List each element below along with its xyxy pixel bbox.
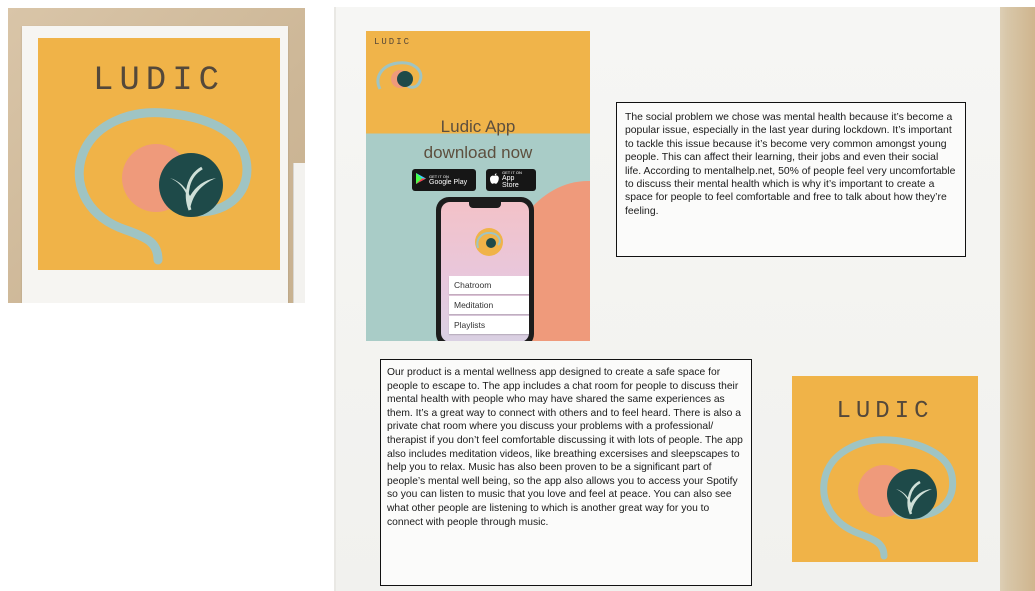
apple-icon [490,173,499,187]
google-play-icon [416,173,426,187]
social-problem-text: The social problem we chose was mental h… [616,102,966,257]
menu-item-playlists[interactable]: Playlists [449,316,529,334]
app-store-label: App Store [502,175,519,189]
phone-screen: Chatroom Meditation Playlists [441,202,529,341]
logo-card-left: LUDIC [38,38,280,270]
product-description-text: Our product is a mental wellness app des… [380,359,752,586]
logo-card-right: LUDIC [792,376,978,562]
google-play-badge[interactable]: GET IT ON Google Play [412,169,476,191]
left-photo: LUDIC [8,8,305,303]
phone-notch [469,202,501,208]
poster-title: Ludic App [440,117,516,136]
phone-menu: Chatroom Meditation Playlists [449,276,529,334]
google-play-label: Google Play [429,178,468,186]
phone-mockup: Chatroom Meditation Playlists [436,197,534,341]
poster-logo-icon [376,61,423,90]
right-photo: LUDIC Ludic App download now GET IT ON G… [334,7,1035,591]
brain-leaf-logo-icon-right [820,436,957,560]
brain-leaf-logo-icon [74,108,252,265]
poster-subtitle: download now [423,143,533,162]
poster-brand: LUDIC [374,37,412,47]
menu-item-meditation[interactable]: Meditation [449,296,529,314]
app-poster: LUDIC Ludic App download now GET IT ON G… [366,31,590,341]
phone-logo-icon [475,228,503,256]
paper-edge [293,163,305,303]
menu-item-chatroom[interactable]: Chatroom [449,276,529,294]
printed-sheet-right: LUDIC Ludic App download now GET IT ON G… [336,7,1000,591]
app-store-badge[interactable]: GET IT ON App Store [486,169,536,191]
